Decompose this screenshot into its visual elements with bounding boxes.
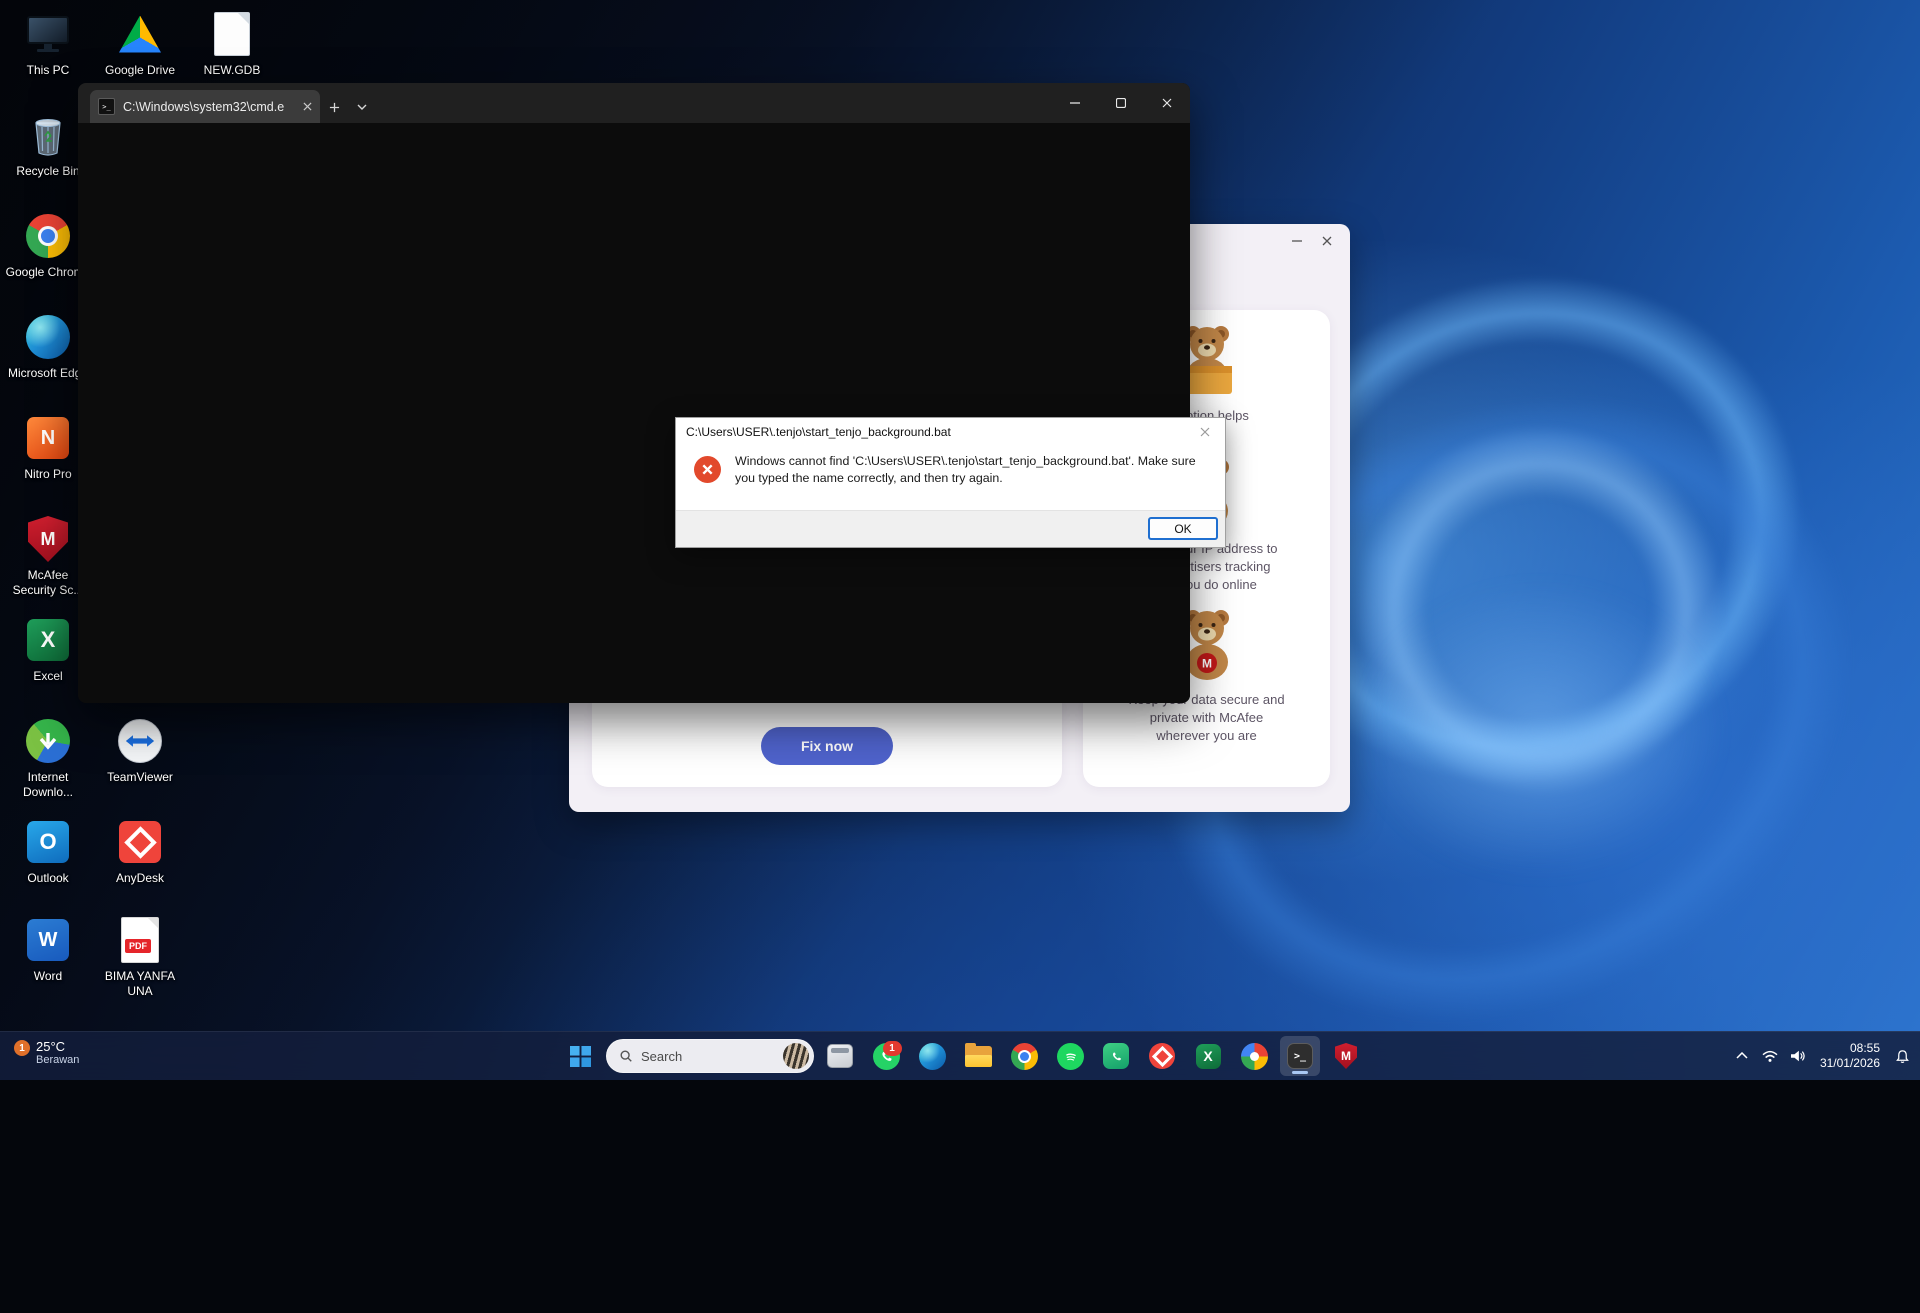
ok-button[interactable]: OK — [1148, 517, 1218, 540]
widget-notification-badge: 1 — [14, 1040, 30, 1056]
desktop-icon-label: Outlook — [5, 871, 91, 886]
tab-close-icon[interactable] — [303, 102, 312, 111]
terminal-titlebar[interactable]: >_ C:\Windows\system32\cmd.e — [78, 83, 1190, 123]
windows-logo-icon — [570, 1046, 591, 1067]
desktop-icon-label: TeamViewer — [97, 770, 183, 785]
excel-icon: X — [24, 616, 72, 664]
dialog-close-icon[interactable] — [1190, 421, 1220, 442]
tip-text-line: ou do online — [1186, 576, 1330, 594]
wallpaper-glow — [1280, 520, 1800, 940]
desktop-icon-label: NEW.GDB — [189, 63, 275, 78]
notification-bell-icon[interactable] — [1888, 1036, 1916, 1076]
desktop-icon-label: AnyDesk — [97, 871, 183, 886]
search-icon — [619, 1049, 633, 1063]
tip-text-line: wherever you are — [1083, 727, 1330, 745]
desktop-icon-label: Internet Downlo... — [5, 770, 91, 800]
desktop-icon-label: Google Drive — [97, 63, 183, 78]
error-dialog: C:\Users\USER\.tenjo\start_tenjo_backgro… — [675, 417, 1226, 548]
terminal-body[interactable] — [78, 123, 1190, 703]
this-pc-icon — [24, 10, 72, 58]
taskbar: 1 25°C Berawan Search — [0, 1031, 1920, 1080]
desktop-icon-label: This PC — [5, 63, 91, 78]
start-button[interactable] — [560, 1036, 600, 1076]
tab-dropdown-chevron-icon[interactable] — [348, 93, 376, 121]
dialog-title: C:\Users\USER\.tenjo\start_tenjo_backgro… — [686, 425, 951, 439]
teamviewer-icon — [116, 717, 164, 765]
taskbar-file-explorer-icon[interactable] — [958, 1036, 998, 1076]
chrome-icon — [24, 212, 72, 260]
recycle-bin-icon — [24, 111, 72, 159]
clock[interactable]: 08:55 31/01/2026 — [1812, 1041, 1888, 1071]
taskbar-anydesk-icon[interactable] — [1142, 1036, 1182, 1076]
desktop-icon-teamviewer[interactable]: TeamViewer — [97, 717, 183, 785]
taskbar-phone-app-icon[interactable] — [1096, 1036, 1136, 1076]
dialog-titlebar[interactable]: C:\Users\USER\.tenjo\start_tenjo_backgro… — [676, 418, 1225, 445]
taskbar-terminal-icon[interactable]: >_ — [1280, 1036, 1320, 1076]
taskbar-edge-icon[interactable] — [912, 1036, 952, 1076]
desktop-icon-anydesk[interactable]: AnyDesk — [97, 818, 183, 886]
desktop-icon-word[interactable]: W Word — [5, 916, 91, 984]
weather-condition: Berawan — [36, 1054, 79, 1067]
error-message: Windows cannot find 'C:\Users\USER\.tenj… — [735, 449, 1211, 486]
google-drive-icon — [116, 10, 164, 58]
tray-date: 31/01/2026 — [1820, 1056, 1880, 1071]
tip-text-line: rtisers tracking — [1186, 558, 1330, 576]
taskbar-spotify-icon[interactable] — [1050, 1036, 1090, 1076]
taskbar-app-window-icon[interactable] — [820, 1036, 860, 1076]
file-icon — [208, 10, 256, 58]
terminal-tab-title: C:\Windows\system32\cmd.e — [123, 100, 295, 114]
search-label: Search — [641, 1049, 775, 1064]
wifi-icon[interactable] — [1756, 1036, 1784, 1076]
cmd-icon: >_ — [98, 98, 115, 115]
weather-temperature: 25°C — [36, 1039, 79, 1054]
weather-widget[interactable]: 1 25°C Berawan — [8, 1032, 89, 1087]
whatsapp-badge: 1 — [883, 1041, 902, 1056]
terminal-tab[interactable]: >_ C:\Windows\system32\cmd.e — [90, 90, 320, 123]
taskbar-google-pinwheel-icon[interactable] — [1234, 1036, 1274, 1076]
desktop-icon-outlook[interactable]: O Outlook — [5, 818, 91, 886]
desktop-icon-google-drive[interactable]: Google Drive — [97, 10, 183, 78]
tray-time: 08:55 — [1820, 1041, 1880, 1056]
desktop-icon-idm[interactable]: Internet Downlo... — [5, 717, 91, 800]
nitro-pro-icon: N — [24, 414, 72, 462]
desktop-icon-label: BIMA YANFA UNA — [97, 969, 183, 999]
taskbar-mcafee-icon[interactable]: M — [1326, 1036, 1366, 1076]
hidden-icons-chevron-icon[interactable] — [1728, 1036, 1756, 1076]
tip-text-line: private with McAfee — [1083, 709, 1330, 727]
minimize-icon[interactable] — [1286, 231, 1308, 251]
minimize-button[interactable] — [1052, 83, 1098, 123]
svg-text:M: M — [1202, 656, 1212, 670]
taskbar-chrome-icon[interactable] — [1004, 1036, 1044, 1076]
edge-icon — [24, 313, 72, 361]
close-button[interactable] — [1144, 83, 1190, 123]
taskbar-excel-icon[interactable]: X — [1188, 1036, 1228, 1076]
outlook-icon: O — [24, 818, 72, 866]
volume-icon[interactable] — [1784, 1036, 1812, 1076]
terminal-window: >_ C:\Windows\system32\cmd.e — [78, 83, 1190, 703]
new-tab-button[interactable] — [320, 93, 348, 121]
desktop-icon-label: Word — [5, 969, 91, 984]
pdf-file-icon: PDF — [116, 916, 164, 964]
search-highlight-image[interactable] — [783, 1043, 809, 1069]
desktop-icon-bima-pdf[interactable]: PDF BIMA YANFA UNA — [97, 916, 183, 999]
desktop-icon-this-pc[interactable]: This PC — [5, 10, 91, 78]
internet-download-manager-icon — [24, 717, 72, 765]
word-icon: W — [24, 916, 72, 964]
fix-now-button[interactable]: Fix now — [761, 727, 893, 765]
anydesk-icon — [116, 818, 164, 866]
error-icon — [694, 456, 721, 483]
desktop-icon-new-gdb[interactable]: NEW.GDB — [189, 10, 275, 78]
taskbar-whatsapp-icon[interactable]: 1 — [866, 1036, 906, 1076]
close-icon[interactable] — [1316, 231, 1338, 251]
dialog-footer: OK — [676, 510, 1225, 547]
maximize-button[interactable] — [1098, 83, 1144, 123]
mcafee-shield-icon: M — [24, 515, 72, 563]
search-box[interactable]: Search — [606, 1039, 814, 1073]
